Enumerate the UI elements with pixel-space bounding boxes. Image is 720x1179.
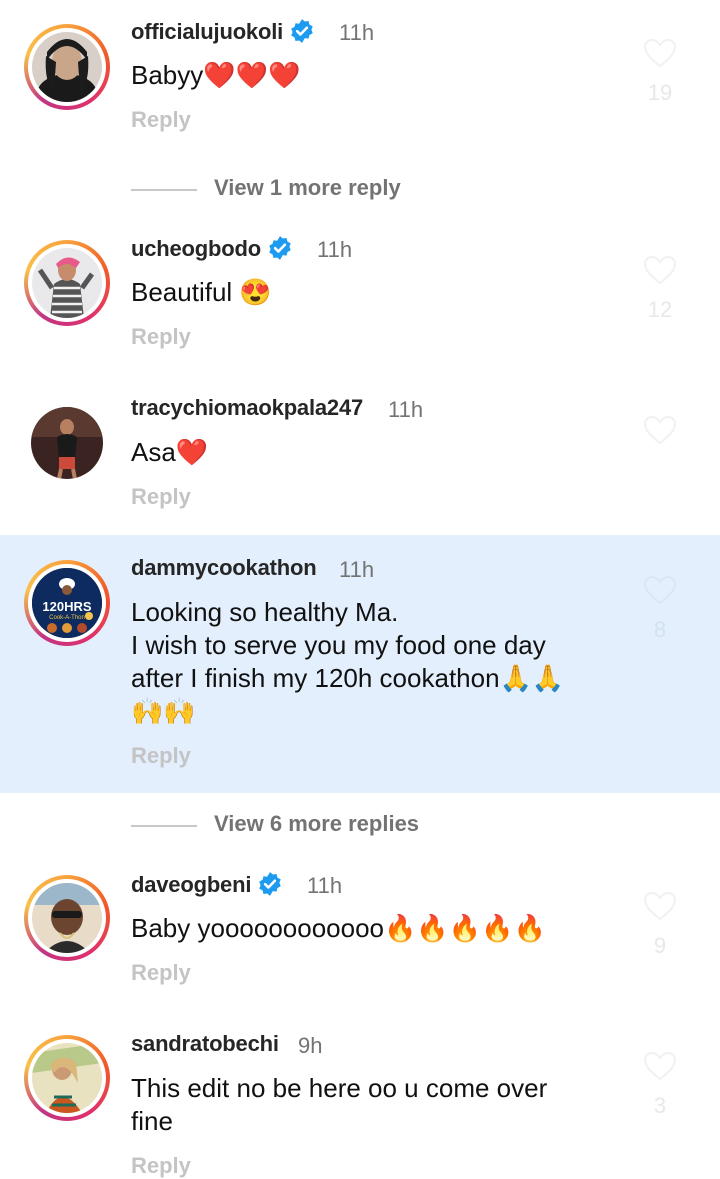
comment-username[interactable]: daveogbeni [131,872,251,897]
avatar-photo [32,883,102,953]
like-heart-icon[interactable] [643,575,677,605]
reply-button[interactable]: Reply [131,324,191,350]
like-heart-icon[interactable] [643,891,677,921]
comment-text-line: This edit no be here oo u come over [131,1073,548,1103]
like-count: 12 [647,297,673,322]
reply-button[interactable]: Reply [131,107,191,133]
like-heart-icon[interactable] [643,255,677,285]
comment-time: 11h [339,557,375,582]
comment-time: 11h [307,873,343,898]
comment-text: This edit no be here oo u come over fine [131,1072,621,1138]
avatar[interactable] [24,24,110,110]
avatar[interactable] [24,875,110,961]
comment-text: Babyy❤️❤️❤️ [131,60,301,90]
divider-line [131,825,197,827]
avatar-photo: 120HRS Cook-A-Thon [32,568,102,638]
view-more-replies-button[interactable]: View 1 more reply [131,175,551,205]
reply-button[interactable]: Reply [131,960,191,986]
comment-username[interactable]: tracychiomaokpala247 [131,395,363,420]
comment-item-highlighted: 120HRS Cook-A-Thon dammycookathon 11h Loo… [0,535,720,793]
avatar-photo [32,248,102,318]
like-count: 9 [653,933,667,958]
avatar-photo [31,407,103,479]
comment-time: 11h [317,237,353,262]
avatar[interactable] [24,240,110,326]
comment-text-line: fine [131,1106,173,1136]
reply-button[interactable]: Reply [131,743,191,769]
comment-text: Beautiful 😍 [131,277,272,307]
verified-badge-icon [259,872,281,896]
comment-text: Baby yoooooooooooo🔥🔥🔥🔥🔥 [131,913,546,943]
reply-button[interactable]: Reply [131,484,191,510]
comment-text: Looking so healthy Ma. I wish to serve y… [131,596,621,728]
like-count: 3 [653,1093,667,1118]
comment-time: 9h [298,1033,323,1058]
like-heart-icon[interactable] [643,1051,677,1081]
avatar[interactable] [24,1035,110,1121]
comment-text: Asa❤️ [131,437,209,467]
comment-username[interactable]: sandratobechi [131,1031,279,1056]
verified-badge-icon [269,236,291,260]
verified-badge-icon [291,19,313,43]
like-count: 8 [653,617,667,642]
comment-text-line: I wish to serve you my food one day [131,630,546,660]
avatar[interactable]: 120HRS Cook-A-Thon [24,560,110,646]
like-heart-icon[interactable] [643,415,677,445]
avatar[interactable] [24,400,110,486]
reply-button[interactable]: Reply [131,1153,191,1179]
avatar-subtitle-text: Cook-A-Thon [49,615,85,621]
comment-item: sandratobechi 9h This edit no be here oo… [0,1015,720,1178]
comment-text-line: 🙌🙌 [131,696,196,726]
view-more-replies-button[interactable]: View 6 more replies [131,811,551,841]
avatar-title-text: 120HRS [42,599,91,614]
view-more-replies-label: View 1 more reply [214,175,401,200]
avatar-photo [32,32,102,102]
comment-username[interactable]: officialujuokoli [131,19,283,44]
comment-text-line: after I finish my 120h cookathon🙏🙏 [131,663,565,693]
comment-item: daveogbeni 11h Baby yoooooooooooo🔥🔥🔥🔥🔥 R… [0,855,720,1005]
divider-line [131,189,197,191]
comment-username[interactable]: dammycookathon [131,555,317,580]
comment-item: tracychiomaokpala247 11h Asa❤️ Reply [0,380,720,530]
comment-username[interactable]: ucheogbodo [131,236,261,261]
comment-item: ucheogbodo 11h Beautiful 😍 Reply 12 [0,220,720,370]
comment-text-line: Looking so healthy Ma. [131,597,399,627]
comment-time: 11h [388,397,424,422]
avatar-photo [32,1043,102,1113]
comment-item: officialujuokoli 11h Babyy❤️❤️❤️ Reply 1… [0,0,720,150]
comment-time: 11h [339,20,375,45]
like-heart-icon[interactable] [643,38,677,68]
like-count: 19 [647,80,673,105]
view-more-replies-label: View 6 more replies [214,811,420,836]
